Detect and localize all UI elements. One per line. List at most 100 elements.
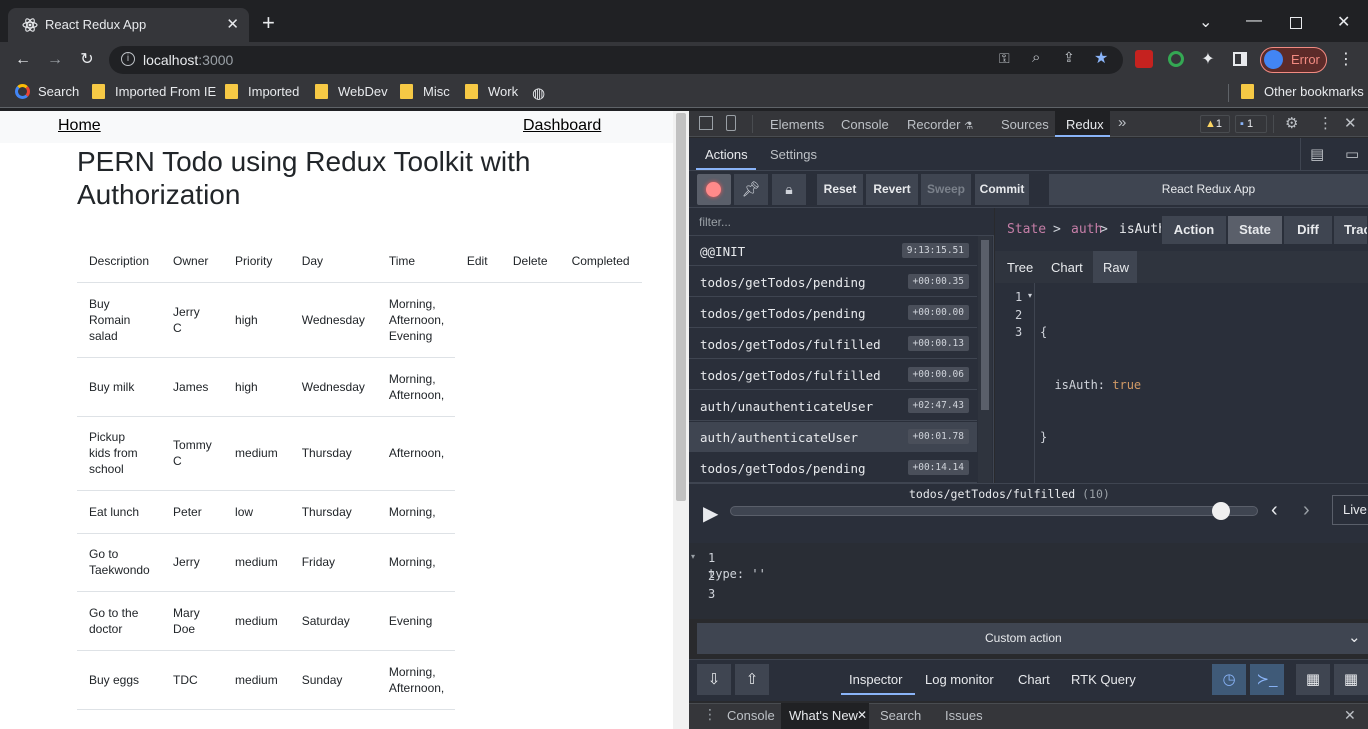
scrollbar-thumb[interactable] <box>676 113 686 501</box>
extensions-puzzle-icon[interactable]: ✦ <box>1198 50 1218 70</box>
pin-button[interactable]: 📌︎ <box>734 174 768 205</box>
inspector-tab-action[interactable]: Action <box>1161 215 1227 245</box>
inspector-tab-trace[interactable]: Trace <box>1333 215 1368 245</box>
tab-recorder[interactable]: Recorder ⚗ <box>907 117 973 132</box>
close-window-icon[interactable]: ✕ <box>1337 12 1350 32</box>
step-back-icon[interactable]: ‹ <box>1271 499 1278 522</box>
play-icon[interactable]: ▶ <box>703 501 718 526</box>
new-tab-button[interactable]: + <box>262 12 275 34</box>
tab-search-icon[interactable]: ⌄ <box>1199 12 1212 32</box>
restore-icon[interactable] <box>1290 17 1302 29</box>
export-button[interactable]: ⇧ <box>735 664 769 695</box>
bookmark-misc[interactable]: Misc <box>400 84 450 99</box>
home-link[interactable]: Home <box>58 117 101 135</box>
bookmark-search[interactable]: Search <box>15 84 79 99</box>
slider-thumb[interactable] <box>1212 502 1231 520</box>
chat-icon[interactable]: ▭ <box>1345 145 1359 163</box>
drawer-tab-console[interactable]: Console <box>727 708 775 723</box>
dashboard-link[interactable]: Dashboard <box>523 117 601 135</box>
revert-button[interactable]: Revert <box>866 174 918 205</box>
tab-redux[interactable]: Redux <box>1055 111 1110 137</box>
bookmark-imported-from-ie[interactable]: Imported From IE <box>92 84 216 99</box>
bookmark-imported[interactable]: Imported <box>225 84 299 99</box>
side-panel-icon[interactable] <box>1233 52 1247 66</box>
action-item[interactable]: todos/getTodos/fulfilled +00:00.13 <box>689 329 977 359</box>
close-drawer-icon[interactable]: ✕ <box>1344 707 1356 724</box>
breadcrumb-item[interactable]: State <box>1007 222 1046 237</box>
action-item[interactable]: todos/getTodos/pending +00:00.35 <box>689 267 977 297</box>
step-forward-icon[interactable]: › <box>1303 499 1310 522</box>
info-icon[interactable]: i <box>121 52 135 66</box>
close-devtools-icon[interactable]: ✕ <box>1344 114 1357 132</box>
tab-sources[interactable]: Sources <box>1001 117 1049 132</box>
persist-button[interactable]: ◷ <box>1212 664 1246 695</box>
view-tab-raw[interactable]: Raw <box>1093 251 1137 283</box>
lock-button[interactable]: 🔒︎ <box>772 174 806 205</box>
view-tab-tree[interactable]: Tree <box>1007 260 1033 275</box>
drawer-tab-whats-new[interactable]: What's New ✕ <box>781 703 869 729</box>
bookmark-star-icon[interactable]: ★ <box>1094 48 1108 68</box>
book-icon[interactable]: ▤ <box>1310 145 1324 163</box>
action-item[interactable]: todos/getTodos/fulfilled +00:00.06 <box>689 360 977 390</box>
filter-input[interactable]: filter... <box>689 208 994 236</box>
scrollbar-thumb[interactable] <box>981 240 989 410</box>
subtab-actions[interactable]: Actions <box>696 140 756 170</box>
reset-button[interactable]: Reset <box>817 174 863 205</box>
address-bar[interactable]: i localhost:3000 ⚿ ⌕ ⇪ ★ <box>109 46 1123 74</box>
browser-tab[interactable]: React Redux App ✕ <box>8 8 249 42</box>
close-tab-icon[interactable]: ✕ <box>226 15 239 33</box>
breadcrumb-item[interactable]: auth <box>1071 222 1102 237</box>
fold-arrow-icon[interactable]: ▾ <box>1028 291 1032 300</box>
key-icon[interactable]: ⚿ <box>999 50 1010 67</box>
slider-toggle-button[interactable]: ▦ <box>1296 664 1330 695</box>
footer-tab-inspector[interactable]: Inspector <box>841 664 915 695</box>
menu-kebab-icon[interactable]: ⋮ <box>1336 50 1356 70</box>
more-tabs-icon[interactable]: » <box>1118 114 1126 131</box>
device-toolbar-icon[interactable] <box>726 115 736 131</box>
minimize-icon[interactable]: — <box>1246 12 1262 30</box>
extension-redux-icon[interactable] <box>1135 50 1153 68</box>
back-icon[interactable]: ← <box>13 50 33 70</box>
footer-tab-chart[interactable]: Chart <box>1018 672 1050 687</box>
fold-arrow-icon[interactable]: ▾ <box>691 552 695 561</box>
dispatcher-editor[interactable] <box>689 543 1368 619</box>
footer-tab-log-monitor[interactable]: Log monitor <box>925 672 994 687</box>
tab-console[interactable]: Console <box>841 117 889 132</box>
profile-button[interactable]: Error <box>1260 47 1327 73</box>
custom-action-button[interactable]: Custom action ⌄ <box>697 623 1368 654</box>
other-bookmarks[interactable]: Other bookmarks <box>1241 84 1364 99</box>
import-button[interactable]: ⇩ <box>697 664 731 695</box>
drawer-tab-search[interactable]: Search <box>880 708 921 723</box>
forward-icon[interactable]: → <box>45 50 65 70</box>
instance-select[interactable]: React Redux App <box>1049 174 1368 205</box>
sweep-button[interactable]: Sweep <box>921 174 971 205</box>
action-item[interactable]: todos/getTodos/pending +00:00.00 <box>689 298 977 328</box>
tab-elements[interactable]: Elements <box>770 117 824 132</box>
terminal-button[interactable]: ≻_ <box>1250 664 1284 695</box>
extension-circle-icon[interactable] <box>1168 51 1184 67</box>
reload-icon[interactable]: ↻ <box>77 50 97 70</box>
bookmark-webdev[interactable]: WebDev <box>315 84 388 99</box>
messages-badge[interactable]: ▪ 1 <box>1235 115 1267 133</box>
inspector-tab-diff[interactable]: Diff <box>1283 215 1333 245</box>
slider-track[interactable] <box>730 506 1258 516</box>
share-icon[interactable]: ⇪ <box>1063 49 1075 66</box>
warnings-badge[interactable]: ▲1 <box>1200 115 1230 133</box>
zoom-icon[interactable]: ⌕ <box>1032 49 1040 66</box>
globe-icon[interactable]: ◍ <box>532 84 545 102</box>
action-item[interactable]: @@INIT 9:13:15.51 <box>689 236 977 266</box>
action-list-scrollbar[interactable] <box>978 236 992 483</box>
live-button[interactable]: Live <box>1332 495 1368 525</box>
drawer-tab-issues[interactable]: Issues <box>945 708 983 723</box>
action-item[interactable]: auth/unauthenticateUser +02:47.43 <box>689 391 977 421</box>
drawer-menu-icon[interactable]: ⋮ <box>703 706 717 723</box>
devtools-menu-icon[interactable]: ⋮ <box>1318 114 1333 132</box>
settings-gear-icon[interactable]: ⚙ <box>1285 114 1298 132</box>
action-item[interactable]: auth/authenticateUser +00:01.78 <box>689 422 977 452</box>
page-scrollbar[interactable] <box>673 111 689 729</box>
footer-tab-rtk-query[interactable]: RTK Query <box>1071 672 1136 687</box>
bookmark-work[interactable]: Work <box>465 84 518 99</box>
inspector-tab-state[interactable]: State <box>1227 215 1283 245</box>
close-icon[interactable]: ✕ <box>857 708 867 722</box>
subtab-settings[interactable]: Settings <box>770 147 817 162</box>
